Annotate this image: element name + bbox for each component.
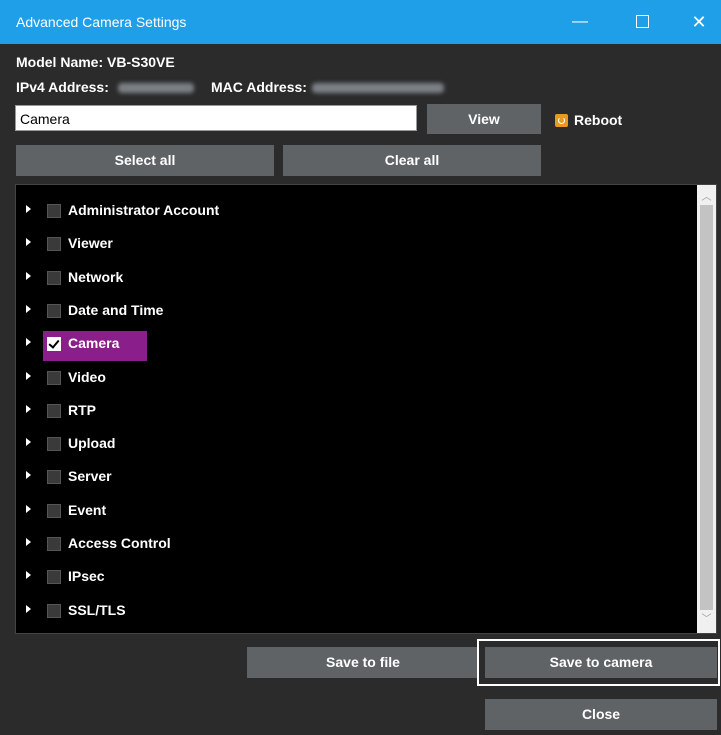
tree-item-checkbox[interactable] (47, 303, 61, 318)
tree-item-checkbox[interactable] (47, 603, 61, 618)
maximize-button[interactable] (619, 6, 665, 38)
tree-item-checkbox[interactable] (47, 403, 61, 418)
model-name-label: Model Name: VB-S30VE (16, 54, 175, 70)
expand-arrow-icon[interactable] (26, 438, 31, 447)
minimize-button[interactable]: — (557, 6, 603, 38)
tree-item[interactable]: Server (16, 463, 696, 489)
close-window-button[interactable]: ✕ (676, 6, 721, 38)
expand-arrow-icon[interactable] (26, 538, 31, 546)
mac-value-redacted (312, 83, 444, 93)
minimize-icon: — (572, 13, 588, 30)
expand-arrow-icon[interactable] (26, 205, 31, 213)
view-button[interactable]: View (427, 104, 541, 134)
tree-item[interactable]: Camera (16, 330, 696, 362)
tree-item-checkbox[interactable] (47, 204, 61, 218)
tree-item[interactable]: Viewer (16, 230, 696, 256)
tree-item[interactable]: Video (16, 364, 696, 390)
expand-arrow-icon[interactable] (26, 338, 31, 347)
tree-item-label: Server (68, 468, 112, 485)
ipv4-label: IPv4 Address: (16, 79, 109, 95)
tree-item[interactable]: Access Control (16, 530, 696, 556)
tree-item-label: Event (68, 501, 107, 518)
close-button[interactable]: Close (485, 699, 717, 730)
settings-tree[interactable]: Administrator Account Viewer Network Date a… (15, 184, 717, 634)
tree-item-checkbox[interactable] (47, 437, 61, 452)
tree-item[interactable]: Network (16, 264, 696, 290)
scrollbar[interactable]: ︿ ﹀ (697, 185, 716, 633)
expand-arrow-icon[interactable] (26, 371, 31, 380)
maximize-icon (635, 15, 649, 29)
tree-item-checkbox[interactable] (47, 337, 61, 352)
save-to-camera-button[interactable]: Save to camera (485, 647, 717, 678)
tree-item-checkbox[interactable] (47, 270, 61, 285)
expand-arrow-icon[interactable] (26, 471, 31, 480)
save-to-file-button[interactable]: Save to file (247, 647, 479, 678)
scroll-down-icon[interactable]: ﹀ (697, 611, 716, 629)
tree-item-checkbox[interactable] (47, 503, 61, 518)
tree-item-checkbox[interactable] (47, 537, 61, 551)
expand-arrow-icon[interactable] (26, 304, 31, 313)
tree-item-label: Upload (68, 435, 116, 452)
tree-item-checkbox[interactable] (47, 570, 61, 585)
tree-item-label: Video (68, 368, 106, 385)
expand-arrow-icon[interactable] (26, 571, 31, 580)
expand-arrow-icon[interactable] (26, 404, 31, 413)
power-icon (555, 114, 568, 127)
tree-item-checkbox[interactable] (47, 370, 61, 385)
tree-item-label: SSL/TLS (68, 601, 126, 618)
ipv4-value-redacted (118, 83, 194, 93)
tree-item[interactable]: Administrator Account (16, 197, 696, 223)
filter-input[interactable]: Camera (15, 105, 417, 131)
tree-item[interactable]: Event (16, 497, 696, 523)
expand-arrow-icon[interactable] (26, 238, 31, 247)
tree-item[interactable]: IPsec (16, 563, 696, 589)
expand-arrow-icon[interactable] (26, 604, 31, 613)
tree-item[interactable]: Upload (16, 430, 696, 456)
tree-item-label: Network (68, 268, 124, 285)
tree-item-checkbox[interactable] (47, 237, 61, 252)
tree-item[interactable]: Date and Time (16, 297, 696, 323)
tree-item-label: Viewer (68, 235, 113, 252)
window-title: Advanced Camera Settings (16, 14, 187, 30)
tree-item-label: Camera (68, 335, 120, 352)
mac-label: MAC Address: (211, 79, 307, 95)
expand-arrow-icon[interactable] (26, 504, 31, 513)
tree-item-checkbox[interactable] (47, 470, 61, 485)
tree-item-label: Date and Time (68, 301, 164, 318)
tree-item-label: RTP (68, 401, 96, 418)
clear-all-button[interactable]: Clear all (283, 145, 541, 176)
reboot-button[interactable]: Reboot (555, 112, 622, 128)
scrollbar-thumb[interactable] (700, 205, 713, 610)
select-all-button[interactable]: Select all (16, 145, 274, 176)
expand-arrow-icon[interactable] (26, 271, 31, 280)
close-icon: ✕ (691, 12, 707, 32)
reboot-label: Reboot (574, 112, 623, 128)
tree-item-label: Access Control (68, 535, 171, 551)
tree-item[interactable]: SSL/TLS (16, 597, 696, 623)
title-bar: Advanced Camera Settings — ✕ (0, 0, 721, 44)
tree-item[interactable]: RTP (16, 397, 696, 423)
tree-item-label: Administrator Account (68, 202, 220, 218)
tree-item-label: IPsec (68, 568, 105, 585)
